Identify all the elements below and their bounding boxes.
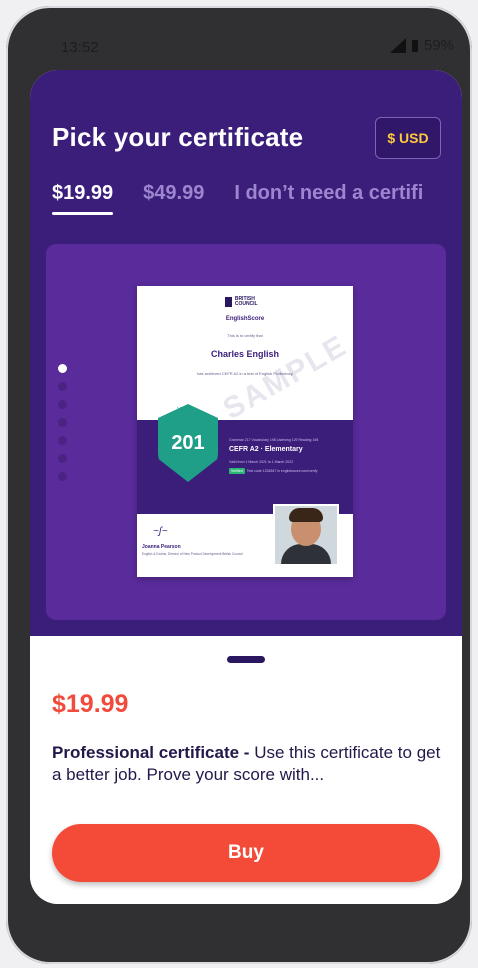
certificate-level: CEFR A2 · Elementary bbox=[229, 446, 303, 453]
carousel-dot[interactable] bbox=[58, 364, 67, 373]
buy-button[interactable]: Buy bbox=[52, 824, 440, 882]
carousel-dot[interactable] bbox=[58, 382, 67, 391]
hero-section: Pick your certificate $ USD $19.99 $49.9… bbox=[30, 70, 462, 640]
signature-icon: ~ʃ~ bbox=[153, 526, 168, 537]
battery-icon bbox=[411, 39, 418, 52]
tab-price-1999[interactable]: $19.99 bbox=[52, 182, 114, 215]
price-tabs: $19.99 $49.99 I don’t need a certifi bbox=[52, 182, 423, 215]
logo-text: BRITISH COUNCIL bbox=[234, 296, 258, 307]
status-right: 59% bbox=[389, 37, 454, 54]
status-bar: 13:52 59% bbox=[6, 6, 472, 76]
verified-badge: Verified bbox=[229, 468, 245, 474]
certificate-preview: BRITISH COUNCIL EnglishScore This is to … bbox=[137, 286, 353, 577]
carousel-dot[interactable] bbox=[58, 418, 67, 427]
description-title: Professional certificate - bbox=[52, 743, 255, 762]
certificate-verified: Verified Test code 1234567 in englishscor… bbox=[229, 468, 318, 474]
certificate-description: Professional certificate - Use this cert… bbox=[52, 742, 442, 786]
carousel-dot[interactable] bbox=[58, 454, 67, 463]
status-time: 13:52 bbox=[61, 39, 99, 56]
carousel-dot[interactable] bbox=[58, 472, 67, 481]
page-title: Pick your certificate bbox=[52, 122, 304, 152]
certificate-brand: EnglishScore bbox=[225, 316, 265, 322]
selected-price: $19.99 bbox=[52, 690, 129, 718]
certificate-validity: Valid from 1 March 2021 to 1 March 2022 bbox=[229, 460, 294, 464]
carousel-dot[interactable] bbox=[58, 400, 67, 409]
sheet-drag-handle[interactable] bbox=[227, 656, 265, 663]
verified-text: Test code 1234567 in englishscore.com/ve… bbox=[246, 469, 318, 473]
bottom-sheet: $19.99 Professional certificate - Use th… bbox=[30, 636, 462, 904]
signer-name: Joanna Pearson bbox=[142, 544, 181, 550]
certificate-carousel[interactable]: BRITISH COUNCIL EnglishScore This is to … bbox=[46, 244, 446, 620]
tab-no-certificate[interactable]: I don’t need a certifi bbox=[234, 182, 423, 205]
phone-frame: 13:52 59% Pick your certificate $ USD $1… bbox=[6, 6, 472, 964]
carousel-dot[interactable] bbox=[58, 436, 67, 445]
tab-price-4999[interactable]: $49.99 bbox=[143, 182, 204, 205]
sample-watermark: SAMPLE bbox=[217, 329, 353, 427]
battery-percent: 59% bbox=[423, 37, 454, 54]
carousel-dots bbox=[58, 364, 67, 481]
british-council-logo: BRITISH COUNCIL bbox=[225, 296, 265, 308]
holder-photo bbox=[273, 504, 339, 566]
logo-mark-icon bbox=[225, 297, 232, 307]
app-screen: Pick your certificate $ USD $19.99 $49.9… bbox=[30, 70, 462, 904]
signal-icon bbox=[389, 38, 406, 53]
signer-role: English & Exams, Director of New Product… bbox=[142, 552, 243, 556]
currency-button[interactable]: $ USD bbox=[375, 117, 441, 159]
certificate-subscores: Grammar 217 Vocabulary 198 Listening 129… bbox=[229, 438, 319, 442]
